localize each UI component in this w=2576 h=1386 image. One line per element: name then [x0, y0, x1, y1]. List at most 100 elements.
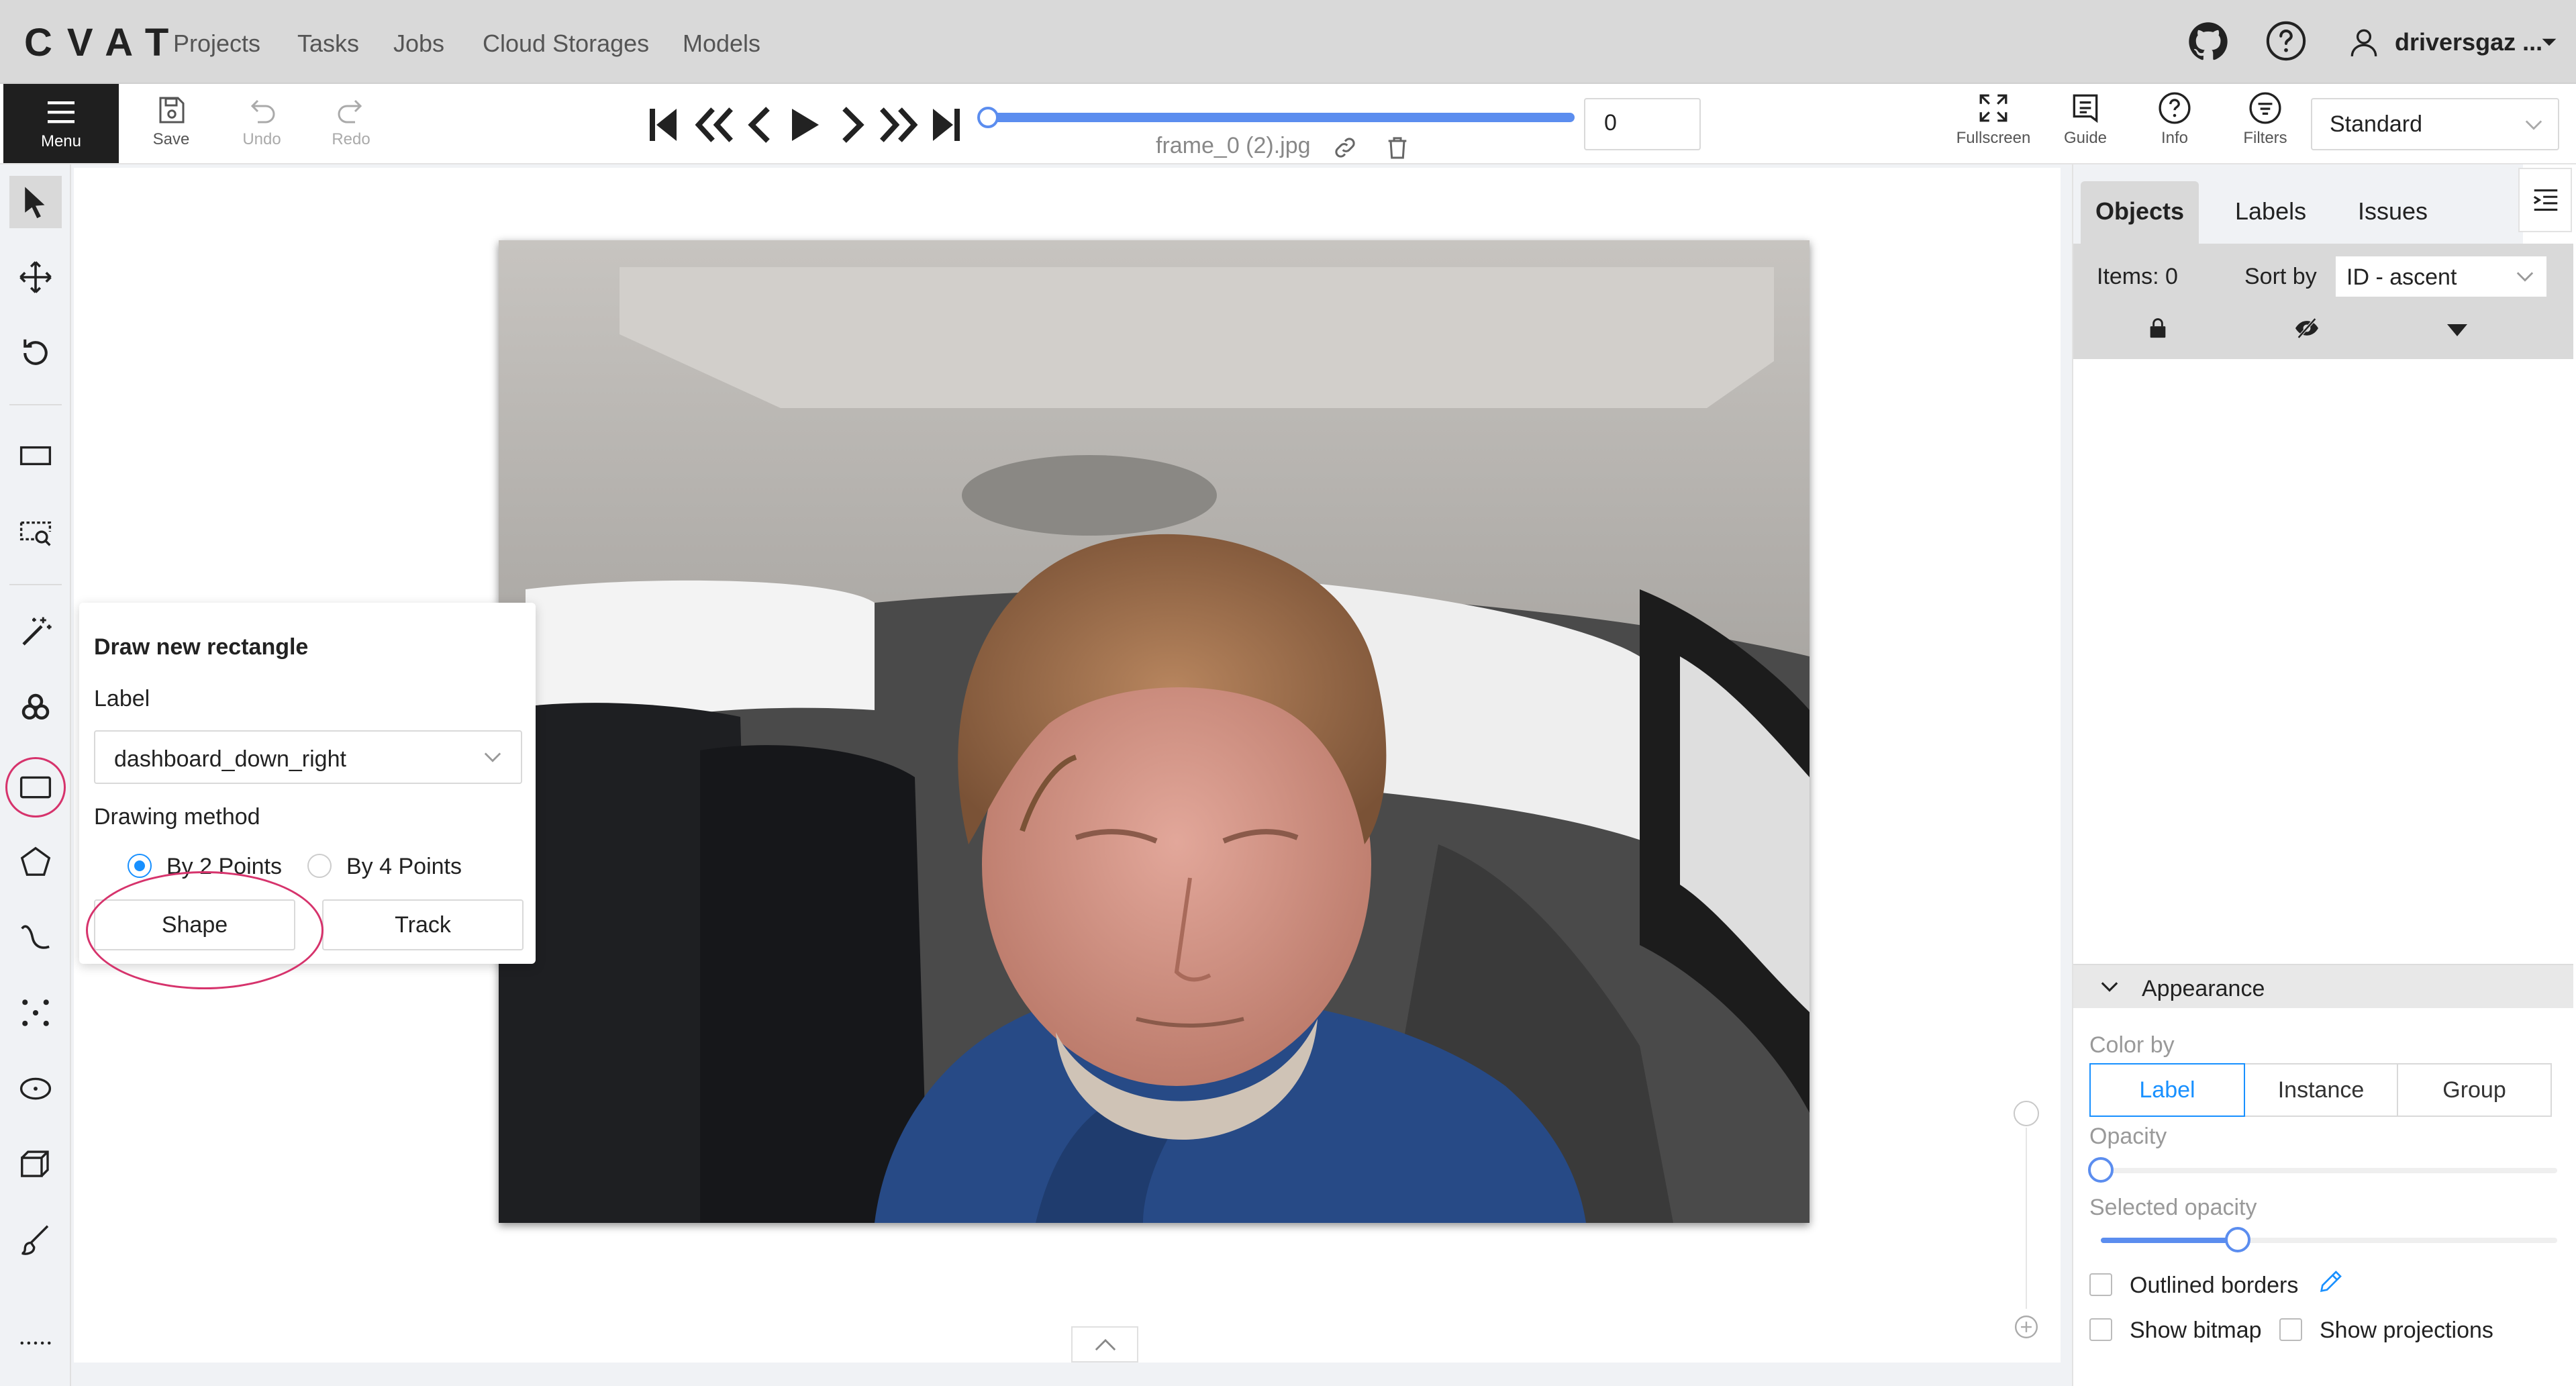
- guide-icon: [2073, 94, 2098, 123]
- radio-dot: [134, 860, 145, 871]
- menu-label: Menu: [40, 132, 82, 150]
- chevron-down-icon: [2101, 982, 2118, 992]
- canvas-zoom-handle[interactable]: [2014, 1101, 2039, 1126]
- selected-opacity-slider[interactable]: [2101, 1227, 2557, 1252]
- help-icon[interactable]: [2265, 20, 2307, 62]
- show-projections-checkbox[interactable]: [2279, 1318, 2302, 1341]
- guide-button[interactable]: Guide: [2052, 91, 2119, 148]
- draw-brush-tool-icon[interactable]: [9, 1214, 62, 1266]
- user-name[interactable]: driversgaz ...: [2395, 28, 2542, 56]
- draw-rectangle-tool-icon[interactable]: [5, 757, 66, 818]
- redo-button[interactable]: Redo: [321, 94, 381, 149]
- radio-2-points[interactable]: [128, 854, 152, 878]
- nav-models[interactable]: Models: [683, 30, 760, 58]
- fullscreen-label: Fullscreen: [1956, 129, 2031, 147]
- draw-polyline-tool-icon[interactable]: [9, 911, 62, 964]
- color-by-label: Color by: [2089, 1032, 2175, 1058]
- tab-labels[interactable]: Labels: [2235, 197, 2306, 226]
- copy-link-icon[interactable]: [1332, 134, 1358, 161]
- menu-icon: [48, 101, 75, 123]
- magic-wand-tool-icon[interactable]: [9, 606, 62, 658]
- rotate-tool-icon[interactable]: [9, 327, 62, 379]
- undo-button[interactable]: Undo: [232, 94, 292, 149]
- frame-image[interactable]: [499, 240, 1810, 1223]
- track-button[interactable]: Track: [322, 899, 524, 950]
- info-icon: [2159, 92, 2191, 124]
- frame-slider-track[interactable]: [987, 113, 1575, 122]
- hide-all-icon[interactable]: [2294, 317, 2320, 340]
- undo-icon: [250, 99, 275, 123]
- fast-forward-icon[interactable]: [879, 106, 918, 144]
- menu-button[interactable]: Menu: [3, 84, 119, 163]
- option-4-points-label[interactable]: By 4 Points: [346, 854, 462, 880]
- collapse-sidebar-button[interactable]: [2518, 168, 2572, 232]
- delete-frame-icon[interactable]: [1384, 134, 1411, 161]
- draw-polygon-tool-icon[interactable]: [9, 836, 62, 888]
- frame-slider-fill: [987, 113, 1575, 122]
- expand-bottom-panel-button[interactable]: [1071, 1326, 1138, 1363]
- frame-slider-handle[interactable]: [977, 107, 999, 128]
- previous-frame-icon[interactable]: [746, 106, 773, 144]
- fast-backward-icon[interactable]: [695, 106, 734, 144]
- sidebar-divider: [9, 584, 62, 585]
- sort-select-value: ID - ascent: [2346, 264, 2457, 290]
- label-select[interactable]: dashboard_down_right: [94, 730, 522, 784]
- show-projections-label: Show projections: [2320, 1318, 2493, 1343]
- nav-cloud-storages[interactable]: Cloud Storages: [483, 30, 649, 58]
- show-bitmap-checkbox[interactable]: [2089, 1318, 2112, 1341]
- outlined-borders-checkbox[interactable]: [2089, 1273, 2112, 1296]
- frame-number-input[interactable]: 0: [1584, 98, 1701, 150]
- opacity-slider[interactable]: [2088, 1157, 2557, 1183]
- sort-by-label: Sort by: [2244, 264, 2317, 289]
- opacity-slider-handle[interactable]: [2088, 1157, 2114, 1183]
- lock-all-icon[interactable]: [2146, 317, 2169, 340]
- opacity-label: Opacity: [2089, 1124, 2167, 1149]
- move-tool-icon[interactable]: [9, 251, 62, 303]
- first-frame-icon[interactable]: [648, 106, 678, 144]
- draw-cuboid-tool-icon[interactable]: [9, 1138, 62, 1190]
- cvat-logo[interactable]: CVAT: [24, 20, 183, 65]
- chevron-up-icon: [1095, 1338, 1116, 1351]
- drawing-method-heading: Drawing method: [94, 804, 260, 830]
- zoom-region-tool-icon[interactable]: [9, 505, 62, 557]
- color-by-label-option[interactable]: Label: [2089, 1063, 2245, 1117]
- openvino-tool-icon[interactable]: [9, 681, 62, 734]
- tab-issues[interactable]: Issues: [2358, 197, 2428, 226]
- filters-button[interactable]: Filters: [2232, 91, 2299, 148]
- last-frame-icon[interactable]: [932, 106, 961, 144]
- sort-select[interactable]: ID - ascent: [2334, 255, 2548, 298]
- info-button[interactable]: Info: [2141, 91, 2208, 148]
- workspace-select[interactable]: Standard: [2311, 98, 2559, 150]
- selected-opacity-label: Selected opacity: [2089, 1195, 2257, 1220]
- save-icon: [159, 97, 185, 123]
- play-icon[interactable]: [789, 106, 822, 144]
- user-menu-caret-icon[interactable]: [2540, 34, 2558, 51]
- draw-ellipse-tool-icon[interactable]: [9, 1062, 62, 1115]
- radio-4-points[interactable]: [307, 854, 332, 878]
- color-by-instance-option[interactable]: Instance: [2244, 1063, 2398, 1117]
- nav-projects[interactable]: Projects: [173, 30, 260, 58]
- next-frame-icon[interactable]: [839, 106, 866, 144]
- chevron-down-icon: [484, 752, 501, 762]
- appearance-header[interactable]: Appearance: [2073, 964, 2573, 1008]
- nav-jobs[interactable]: Jobs: [393, 30, 444, 58]
- draw-points-tool-icon[interactable]: [9, 987, 62, 1039]
- color-picker-icon[interactable]: [2317, 1269, 2344, 1295]
- selected-opacity-slider-handle[interactable]: [2225, 1227, 2250, 1252]
- tab-objects[interactable]: Objects: [2095, 197, 2184, 226]
- color-by-group-option[interactable]: Group: [2397, 1063, 2552, 1117]
- info-label: Info: [2161, 129, 2189, 147]
- github-icon[interactable]: [2188, 21, 2228, 62]
- label-select-value: dashboard_down_right: [114, 746, 346, 772]
- nav-tasks[interactable]: Tasks: [297, 30, 359, 58]
- fit-image-tool-icon[interactable]: [9, 430, 62, 482]
- highlight-ellipse: [86, 871, 324, 989]
- user-icon[interactable]: [2347, 26, 2381, 59]
- more-tools-icon[interactable]: [9, 1317, 62, 1369]
- zoom-in-icon[interactable]: [2014, 1314, 2039, 1340]
- expand-all-icon[interactable]: [2447, 322, 2467, 338]
- show-bitmap-label: Show bitmap: [2130, 1318, 2262, 1343]
- cursor-tool-icon[interactable]: [9, 176, 62, 228]
- save-button[interactable]: Save: [141, 94, 201, 149]
- fullscreen-button[interactable]: Fullscreen: [1946, 91, 2040, 148]
